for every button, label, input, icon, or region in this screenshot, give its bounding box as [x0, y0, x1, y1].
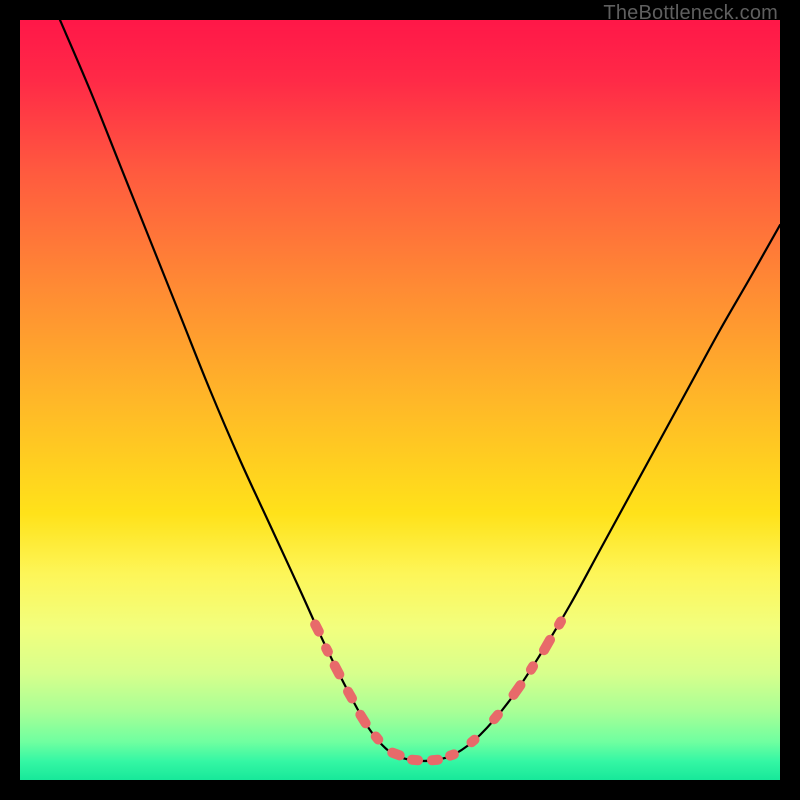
- chart-svg: [20, 20, 780, 780]
- plot-area: [20, 20, 780, 780]
- gradient-background: [20, 20, 780, 780]
- chart-frame: TheBottleneck.com: [0, 0, 800, 800]
